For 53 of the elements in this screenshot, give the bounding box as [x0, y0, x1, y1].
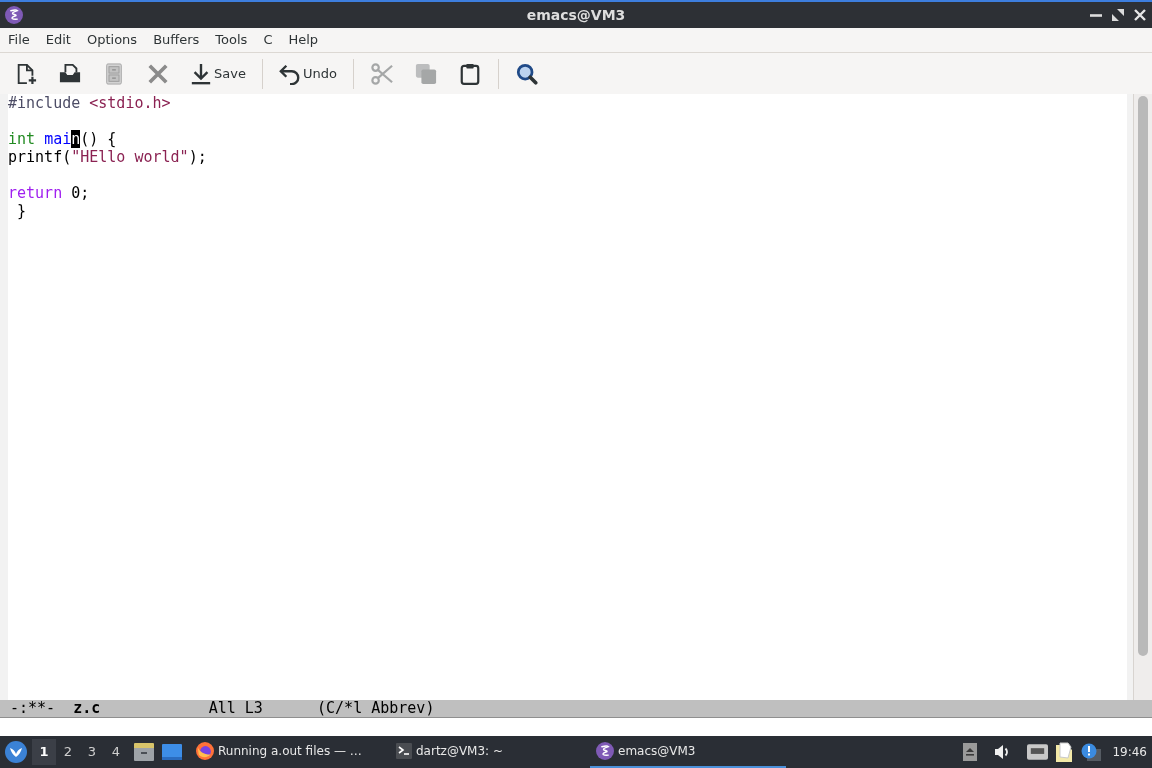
clock: 19:46 [1112, 744, 1147, 761]
terminal-icon [396, 743, 412, 759]
menu-item[interactable]: Edit [37, 29, 79, 51]
code-line: printf("HEllo world"); [8, 148, 207, 166]
menu-item[interactable]: Buffers [145, 29, 208, 51]
code-line: #include <stdio.h> [8, 94, 171, 112]
maximize-icon[interactable] [1112, 9, 1124, 21]
code-line: int main() { [8, 130, 117, 148]
fox-icon [196, 742, 214, 760]
menu-item[interactable]: Help [280, 29, 327, 51]
undo-button[interactable]: Undo [276, 58, 339, 89]
cursor-position: All L3 [208, 700, 263, 717]
undo-icon [278, 62, 301, 85]
minimize-icon[interactable] [1090, 13, 1102, 17]
clipboard-icon [458, 62, 481, 85]
menu-item[interactable]: C [255, 29, 281, 51]
inbox-icon [59, 62, 81, 85]
scrollbar[interactable] [1133, 94, 1152, 700]
save-button[interactable]: Save [188, 58, 248, 89]
copy-icon [414, 62, 437, 85]
search-icon [515, 62, 538, 85]
close-icon [147, 62, 169, 85]
workspace-button[interactable]: 2 [56, 739, 80, 765]
notes-icon[interactable] [1054, 742, 1075, 762]
taskbar-button[interactable]: emacs@VM3 [590, 736, 786, 768]
code-line: return 0; [8, 184, 90, 202]
eject-icon[interactable] [963, 743, 978, 761]
start-menu-icon[interactable] [5, 741, 27, 763]
scrollbar-thumb[interactable] [1138, 96, 1148, 656]
workspace-button[interactable]: 1 [32, 739, 56, 765]
menu-item[interactable]: Tools [207, 29, 256, 51]
new-file-icon [15, 62, 37, 85]
buffer-status: -:**- [10, 700, 56, 717]
download-icon [190, 62, 212, 85]
major-mode: (C/*l Abbrev) [317, 700, 435, 717]
volume-icon[interactable] [994, 744, 1011, 760]
workspace-button[interactable]: 4 [104, 739, 128, 765]
notification-icon[interactable] [1081, 743, 1102, 761]
network-icon[interactable] [1027, 744, 1049, 760]
menu-item[interactable]: File [0, 29, 38, 51]
window-title: emacs@VM3 [526, 5, 626, 25]
menu-item[interactable]: Options [78, 29, 146, 51]
buffer-name: z.c [73, 700, 101, 717]
taskbar-button[interactable]: Running a.out files — … [190, 736, 386, 768]
file-cabinet-icon[interactable] [134, 743, 154, 761]
file-cabinet-icon [103, 62, 125, 85]
workspace-button[interactable]: 3 [80, 739, 104, 765]
code-line: } [16, 202, 27, 220]
app-icon [5, 6, 23, 24]
taskbar-button[interactable]: dartz@VM3: ~ [390, 736, 586, 768]
app-icon [596, 742, 614, 760]
scissors-icon [370, 62, 393, 85]
close-icon[interactable] [1134, 9, 1146, 21]
